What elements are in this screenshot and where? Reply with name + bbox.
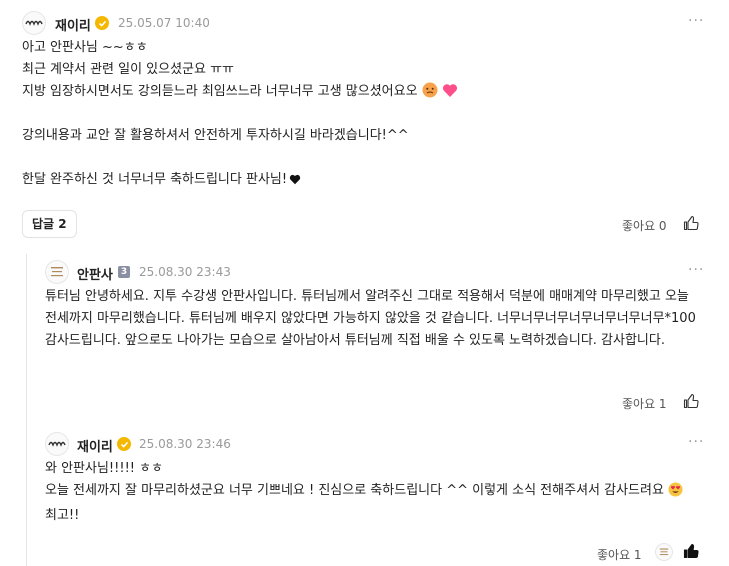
like-count: 좋아요 0 — [622, 219, 667, 233]
comment-line — [22, 103, 458, 125]
liker-avatar — [655, 543, 673, 561]
reply-line: 와 안판사님!!!!! ㅎㅎ — [45, 461, 164, 476]
black-heart-icon — [289, 171, 301, 193]
pink-heart-icon — [442, 83, 458, 106]
comment-line: 강의내용과 교안 잘 활용하셔서 안전하게 투자하시길 바라겠습니다!^^ — [22, 128, 409, 143]
reply-body: 튜터님 안녕하세요. 지투 수강생 안판사입니다. 튜터님께서 알려주신 그대로… — [45, 289, 696, 348]
avatar — [45, 432, 69, 456]
grade-badge-icon: 3 — [118, 266, 130, 278]
comment-body: 아고 안판사님 ~~ㅎㅎ 최근 계약서 관련 일이 있으셨군요 ㅠㅠ 지방 임장… — [22, 37, 458, 191]
check-badge-icon — [95, 16, 109, 30]
author-name[interactable]: 재이리 — [55, 15, 91, 34]
author-name[interactable]: 재이리 — [77, 436, 113, 455]
more-options-icon[interactable]: ··· — [688, 262, 704, 278]
comment-line: 아고 안판사님 ~~ㅎㅎ — [22, 40, 148, 55]
avatar — [45, 260, 69, 284]
thread-line — [26, 254, 27, 566]
author-name[interactable]: 안판사 — [77, 264, 113, 283]
comment-line: 최근 계약서 관련 일이 있으셨군요 ㅠㅠ — [22, 62, 235, 77]
reply-count-button[interactable]: 답글 2 — [22, 210, 77, 238]
like-count: 좋아요 1 — [622, 397, 667, 411]
more-options-icon[interactable]: ··· — [688, 434, 704, 450]
thumbs-up-icon[interactable] — [683, 543, 699, 559]
check-badge-icon — [117, 437, 131, 451]
comment-line: 지방 임장하시면서도 강의듣느라 최임쓰느라 너무너무 고생 많으셨어요오 — [22, 81, 458, 103]
heart-eyes-emoji-icon — [668, 482, 683, 505]
reply-body: 와 안판사님!!!!! ㅎㅎ 오늘 전세까지 잘 마무리하셨군요 너무 기쁘네요… — [45, 458, 713, 527]
comment-line-text: 지방 임장하시면서도 강의듣느라 최임쓰느라 너무너무 고생 많으셨어요오 — [22, 84, 418, 99]
reply-date: 25.08.30 23:43 — [139, 265, 231, 279]
reply-text-tail: 최고!! — [45, 508, 80, 523]
reply-line: 오늘 전세까지 잘 마무리하셨군요 너무 기쁘네요 ! 진심으로 축하드립니다 … — [45, 480, 713, 527]
more-options-icon[interactable]: ··· — [688, 13, 704, 29]
reply-text: 오늘 전세까지 잘 마무리하셨군요 너무 기쁘네요 ! 진심으로 축하드립니다 … — [45, 483, 664, 498]
thumbs-up-icon[interactable] — [683, 215, 699, 231]
avatar — [22, 11, 46, 35]
comment-line — [22, 147, 458, 169]
thumbs-up-icon[interactable] — [683, 393, 699, 409]
reply-date: 25.08.30 23:46 — [139, 437, 231, 451]
comment-date: 25.05.07 10:40 — [118, 16, 210, 30]
hot-face-emoji-icon — [422, 82, 438, 106]
comment-line-text: 한달 완주하신 것 너무너무 축하드립니다 판사님! — [22, 172, 288, 187]
comment-line: 한달 완주하신 것 너무너무 축하드립니다 판사님! — [22, 169, 458, 191]
like-count: 좋아요 1 — [597, 548, 642, 562]
